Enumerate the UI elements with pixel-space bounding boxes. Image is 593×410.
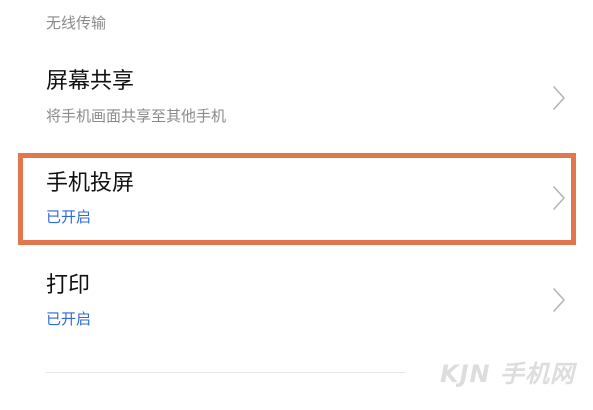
chevron-right-icon [553,288,565,312]
watermark: KJN 手机网 [440,360,575,388]
settings-row-screen-share[interactable]: 屏幕共享 将手机画面共享至其他手机 [0,58,593,142]
row-subtitle: 将手机画面共享至其他手机 [46,107,227,125]
highlight-frame [18,153,576,245]
row-status: 已开启 [46,310,92,328]
divider [46,372,406,373]
row-title: 打印 [46,273,91,298]
row-title: 屏幕共享 [46,69,135,94]
chevron-right-icon [553,86,565,110]
settings-row-print[interactable]: 打印 已开启 [0,262,593,346]
section-header-wireless-transfer: 无线传输 [46,14,107,32]
